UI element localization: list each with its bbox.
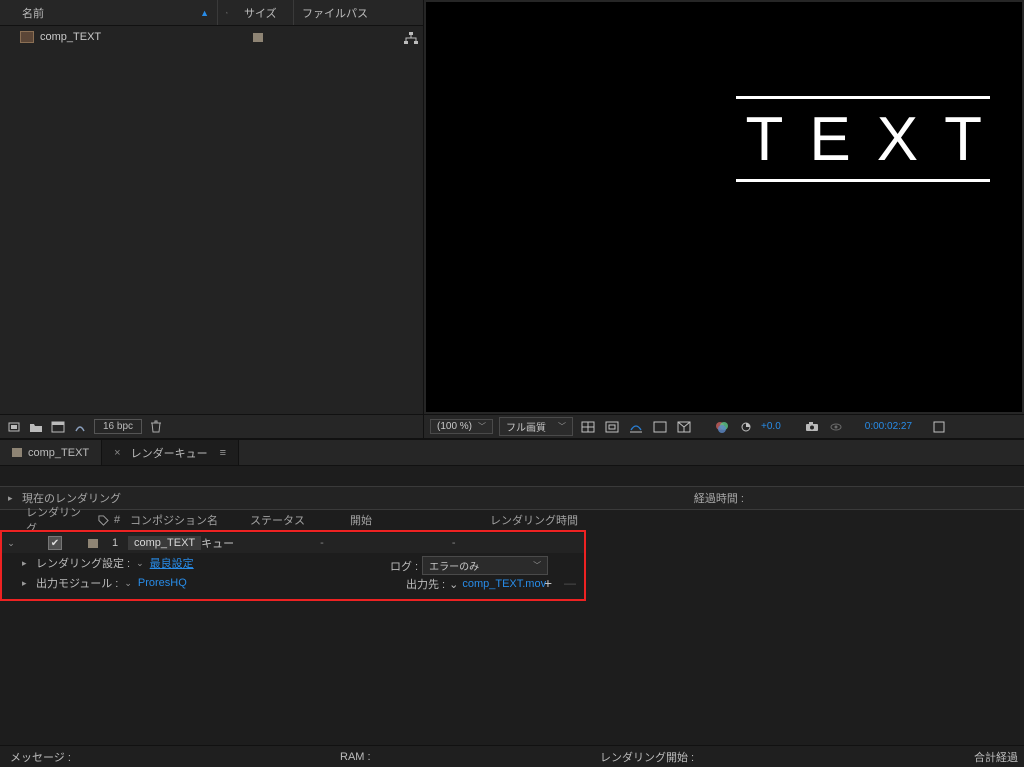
label-color-icon[interactable] <box>253 33 263 42</box>
render-queue-columns: レンダリング # コンポジション名 ステータス 開始 レンダリング時間 <box>0 510 1024 530</box>
chevron-down-icon[interactable]: ⌄ <box>449 578 458 591</box>
sort-arrow-icon[interactable]: ▲ <box>200 8 209 18</box>
project-item[interactable]: comp_TEXT <box>0 26 423 48</box>
label-color-icon[interactable] <box>88 539 98 548</box>
output-to-row: 出力先 : ⌄ comp_TEXT.mov <box>406 576 546 592</box>
log-dropdown[interactable]: エラーのみ﹀ <box>422 556 548 575</box>
preview-canvas[interactable]: TEXT <box>426 2 1022 412</box>
panel-menu-icon[interactable]: ≡ <box>220 447 226 459</box>
column-name-label: 名前 <box>22 5 44 21</box>
log-row: ログ : エラーのみ﹀ <box>390 556 548 575</box>
project-columns-header: 名前 ▲ サイズ ファイルパス <box>0 0 423 26</box>
close-icon[interactable]: × <box>114 447 120 459</box>
chevron-down-icon: ﹀ <box>533 560 541 571</box>
elapsed-label: 経過時間 : <box>694 490 744 506</box>
project-list[interactable]: comp_TEXT <box>0 26 423 414</box>
channels-icon[interactable] <box>713 419 731 435</box>
col-tag[interactable] <box>94 515 110 526</box>
status-render-start: レンダリング開始 : <box>600 749 974 765</box>
column-size[interactable]: サイズ <box>236 0 294 25</box>
tag-icon <box>226 7 228 19</box>
status-total-elapsed: 合計経過 <box>974 749 1024 765</box>
item-start: - <box>320 537 324 549</box>
project-footer: 16 bpc <box>0 414 423 438</box>
exposure-icon[interactable] <box>737 419 755 435</box>
col-status[interactable]: ステータス <box>246 512 346 528</box>
current-render-bar: ▸ 現在のレンダリング 経過時間 : <box>0 486 1024 510</box>
render-settings-value[interactable]: 最良設定 <box>150 555 194 571</box>
tab-render-queue[interactable]: × レンダーキュー ≡ <box>102 440 239 465</box>
col-number[interactable]: # <box>110 514 126 526</box>
show-snapshot-icon[interactable] <box>827 419 845 435</box>
remove-output-module-icon[interactable]: — <box>564 576 576 590</box>
expand-icon[interactable]: ▸ <box>22 578 32 589</box>
bit-depth-selector[interactable]: 16 bpc <box>94 419 142 434</box>
column-name[interactable]: 名前 ▲ <box>0 0 218 25</box>
status-bar: メッセージ : RAM : レンダリング開始 : 合計経過 <box>0 745 1024 767</box>
output-module-label: 出力モジュール : <box>36 575 118 591</box>
composition-preview-panel: TEXT (100 %)﹀ フル画質﹀ +0.0 0 <box>424 0 1024 438</box>
status-ram: RAM : <box>340 751 600 763</box>
render-queue-panel: comp_TEXT × レンダーキュー ≡ ▸ 現在のレンダリング 経過時間 :… <box>0 438 1024 767</box>
grid-toggle-icon[interactable] <box>579 419 597 435</box>
item-number: 1 <box>112 537 128 549</box>
chevron-down-icon: ﹀ <box>558 421 566 432</box>
output-to-label: 出力先 : <box>406 576 445 592</box>
preview-timecode[interactable]: 0:00:02:27 <box>865 421 912 432</box>
mask-toggle-icon[interactable] <box>603 419 621 435</box>
timecode-base-icon[interactable] <box>930 419 948 435</box>
status-message: メッセージ : <box>0 749 340 765</box>
item-time: - <box>452 537 456 549</box>
preview-content: TEXT <box>736 96 1008 182</box>
item-comp-name[interactable]: comp_TEXT <box>128 536 201 550</box>
trash-icon[interactable] <box>148 420 164 434</box>
render-queue-item: ⌄ ✔ 1 comp_TEXT キュー - - ▸ レンダリング設定 : ⌄ 最… <box>0 530 586 601</box>
col-time[interactable]: レンダリング時間 <box>486 512 626 528</box>
snapshot-icon[interactable] <box>803 419 821 435</box>
chevron-down-icon[interactable]: ⌄ <box>124 578 132 589</box>
render-checkbox[interactable]: ✔ <box>48 536 62 550</box>
column-tag[interactable] <box>218 0 236 25</box>
composition-icon <box>20 31 34 43</box>
project-panel: 名前 ▲ サイズ ファイルパス comp_TEXT <box>0 0 424 438</box>
preview-toolbar: (100 %)﹀ フル画質﹀ +0.0 0:00:02:27 <box>424 414 1024 438</box>
transparency-grid-icon[interactable] <box>651 419 669 435</box>
col-start[interactable]: 開始 <box>346 512 486 528</box>
tab-composition[interactable]: comp_TEXT <box>0 440 102 465</box>
output-file-value[interactable]: comp_TEXT.mov <box>462 578 546 590</box>
new-comp-icon[interactable] <box>50 420 66 434</box>
render-item-row[interactable]: ⌄ ✔ 1 comp_TEXT キュー - - <box>2 533 584 553</box>
column-path[interactable]: ファイルパス <box>294 0 423 25</box>
3d-view-icon[interactable] <box>675 419 693 435</box>
flowchart-icon[interactable] <box>404 32 418 44</box>
expand-icon[interactable]: ⌄ <box>4 538 18 549</box>
item-status: キュー <box>201 535 234 551</box>
interpret-footage-icon[interactable] <box>6 420 22 434</box>
expand-icon[interactable]: ▸ <box>22 558 32 569</box>
zoom-dropdown[interactable]: (100 %)﹀ <box>430 419 493 434</box>
col-comp[interactable]: コンポジション名 <box>126 512 246 528</box>
chevron-down-icon[interactable]: ⌄ <box>136 558 144 569</box>
output-module-value[interactable]: ProresHQ <box>138 577 187 589</box>
exposure-value[interactable]: +0.0 <box>761 421 781 432</box>
new-folder-icon[interactable] <box>28 420 44 434</box>
log-label: ログ : <box>390 558 418 574</box>
chevron-down-icon: ﹀ <box>478 421 486 432</box>
expand-icon[interactable]: ▸ <box>8 493 22 504</box>
render-settings-label: レンダリング設定 : <box>36 555 130 571</box>
panel-tabs: comp_TEXT × レンダーキュー ≡ <box>0 440 1024 466</box>
adjustment-icon[interactable] <box>72 420 88 434</box>
region-of-interest-icon[interactable] <box>627 419 645 435</box>
label-color-icon <box>12 448 22 457</box>
project-item-name: comp_TEXT <box>40 31 101 43</box>
quality-dropdown[interactable]: フル画質﹀ <box>499 417 573 436</box>
